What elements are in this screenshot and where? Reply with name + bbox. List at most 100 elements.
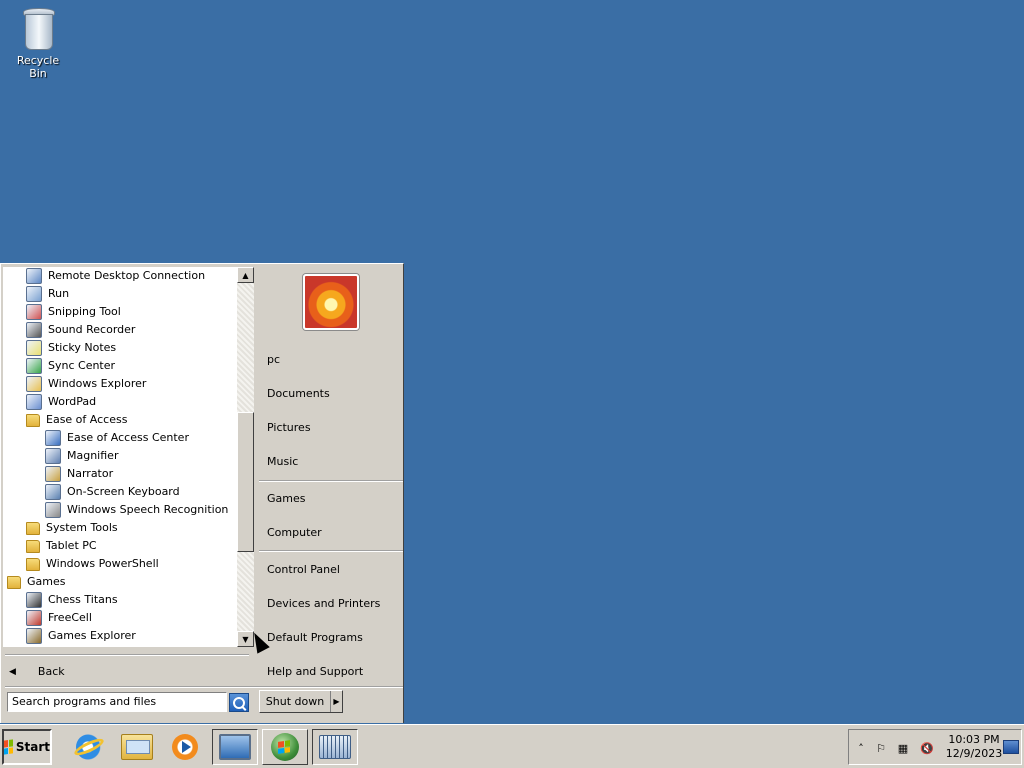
program-item[interactable]: System Tools <box>26 519 118 537</box>
folder-icon <box>26 413 40 427</box>
magnifier-icon <box>45 448 61 464</box>
program-item[interactable]: Chess Titans <box>26 591 118 609</box>
folder-icon <box>26 521 40 535</box>
windows-flag-icon <box>4 739 13 755</box>
speech-recognition-icon <box>45 502 61 518</box>
program-label: Sticky Notes <box>48 341 117 354</box>
user-avatar[interactable] <box>303 274 359 330</box>
control-panel-link[interactable]: Control Panel <box>267 560 340 580</box>
program-label: Snipping Tool <box>48 305 121 318</box>
documents-link[interactable]: Documents <box>267 384 330 404</box>
program-label: Tablet PC <box>46 539 97 552</box>
default-programs-link[interactable]: Default Programs <box>267 628 363 648</box>
taskbar-windows-explorer[interactable] <box>114 729 160 765</box>
program-label: System Tools <box>46 521 118 534</box>
right-divider-1 <box>259 480 403 482</box>
run-icon <box>26 286 42 302</box>
user-folder-link[interactable]: pc <box>267 350 280 370</box>
music-link[interactable]: Music <box>267 452 298 472</box>
program-item[interactable]: FreeCell <box>26 609 92 627</box>
notification-area: ˄ ⚐ ▦ 🔇 10:03 PM 12/9/2023 <box>848 729 1022 765</box>
program-label: Games Explorer <box>48 629 136 642</box>
clock[interactable]: 10:03 PM 12/9/2023 <box>945 733 1003 761</box>
taskbar-internet-explorer[interactable] <box>66 729 112 765</box>
program-item[interactable]: Sticky Notes <box>26 339 116 357</box>
taskbar-windows-orb[interactable] <box>262 729 308 765</box>
folder-icon <box>26 539 40 553</box>
taskbar-on-screen-keyboard[interactable] <box>312 729 358 765</box>
action-center-flag-icon[interactable]: ⚐ <box>873 740 889 756</box>
program-label: WordPad <box>48 395 97 408</box>
remote-desktop-icon <box>26 268 42 284</box>
ease-of-access-icon <box>45 430 61 446</box>
windows-explorer-icon <box>121 734 153 760</box>
show-hidden-icons-chevron-icon[interactable]: ˄ <box>853 740 869 756</box>
program-item[interactable]: Ease of Access Center <box>45 429 189 447</box>
pictures-link[interactable]: Pictures <box>267 418 311 438</box>
recycle-bin-label: Recycle Bin <box>16 54 60 80</box>
program-item[interactable]: Ease of Access <box>26 411 127 429</box>
right-divider-2 <box>259 550 403 552</box>
recycle-bin-shortcut[interactable]: Recycle Bin <box>8 6 68 80</box>
shutdown-button[interactable]: Shut down ▶ <box>259 690 343 713</box>
programs-list: Remote Desktop Connection Run Snipping Too… <box>3 267 237 647</box>
search-input[interactable]: Search programs and files <box>7 692 227 712</box>
scroll-thumb[interactable] <box>237 412 254 552</box>
program-item[interactable]: WordPad <box>26 393 96 411</box>
program-item[interactable]: On-Screen Keyboard <box>45 483 180 501</box>
wordpad-icon <box>26 394 42 410</box>
chess-icon <box>26 592 42 608</box>
program-item[interactable]: Games Explorer <box>26 627 136 645</box>
start-menu-right-pane: pc Documents Pictures Music Games Comput… <box>255 266 403 686</box>
devices-printers-link[interactable]: Devices and Printers <box>267 594 380 614</box>
programs-scrollbar[interactable]: ▲ ▼ <box>237 267 254 647</box>
recycle-bin-icon <box>21 6 55 50</box>
program-item[interactable]: Sound Recorder <box>26 321 135 339</box>
taskbar-media-player[interactable] <box>162 729 208 765</box>
volume-muted-icon[interactable]: 🔇 <box>919 740 935 756</box>
program-item[interactable]: Magnifier <box>45 447 118 465</box>
bottom-divider <box>5 686 403 688</box>
program-label: Windows Speech Recognition <box>67 503 229 516</box>
remote-desktop-icon <box>219 734 251 760</box>
taskbar-remote-desktop[interactable] <box>212 729 258 765</box>
program-label: Run <box>48 287 70 300</box>
folder-icon <box>26 557 40 571</box>
program-item[interactable]: Windows Speech Recognition <box>45 501 228 519</box>
program-item[interactable]: Narrator <box>45 465 113 483</box>
program-label: FreeCell <box>48 611 92 624</box>
program-item[interactable]: Snipping Tool <box>26 303 121 321</box>
shutdown-options-arrow-icon[interactable]: ▶ <box>331 691 342 712</box>
explorer-icon <box>26 376 42 392</box>
program-label: Remote Desktop Connection <box>48 269 206 282</box>
folder-icon <box>7 575 21 589</box>
program-item[interactable]: Windows Explorer <box>26 375 146 393</box>
narrator-icon <box>45 466 61 482</box>
search-button[interactable] <box>229 693 249 712</box>
scroll-up-button[interactable]: ▲ <box>237 267 254 283</box>
shutdown-label: Shut down <box>260 691 331 712</box>
search-icon <box>233 696 245 709</box>
program-label: Windows Explorer <box>48 377 147 390</box>
computer-link[interactable]: Computer <box>267 523 322 543</box>
program-item[interactable]: Remote Desktop Connection <box>26 267 205 285</box>
windows-orb-icon <box>271 733 299 761</box>
program-label: Ease of Access Center <box>67 431 189 444</box>
program-item[interactable]: Windows PowerShell <box>26 555 159 573</box>
games-link[interactable]: Games <box>267 489 305 509</box>
program-item[interactable]: Run <box>26 285 69 303</box>
network-icon[interactable]: ▦ <box>895 740 911 756</box>
program-label: Magnifier <box>67 449 119 462</box>
back-button[interactable]: ◀ Back <box>9 662 65 682</box>
show-desktop-button[interactable] <box>1003 740 1019 754</box>
help-support-link[interactable]: Help and Support <box>267 662 363 682</box>
program-label: Narrator <box>67 467 114 480</box>
back-label: Back <box>37 665 65 678</box>
program-item[interactable]: Tablet PC <box>26 537 97 555</box>
freecell-icon <box>26 610 42 626</box>
taskbar: Start ˄ ⚐ ▦ 🔇 10:03 PM 12/9/2023 <box>0 724 1024 768</box>
start-button[interactable]: Start <box>2 729 52 765</box>
program-item[interactable]: Games <box>7 573 65 591</box>
program-item[interactable]: Sync Center <box>26 357 115 375</box>
back-arrow-icon: ◀ <box>9 667 16 677</box>
